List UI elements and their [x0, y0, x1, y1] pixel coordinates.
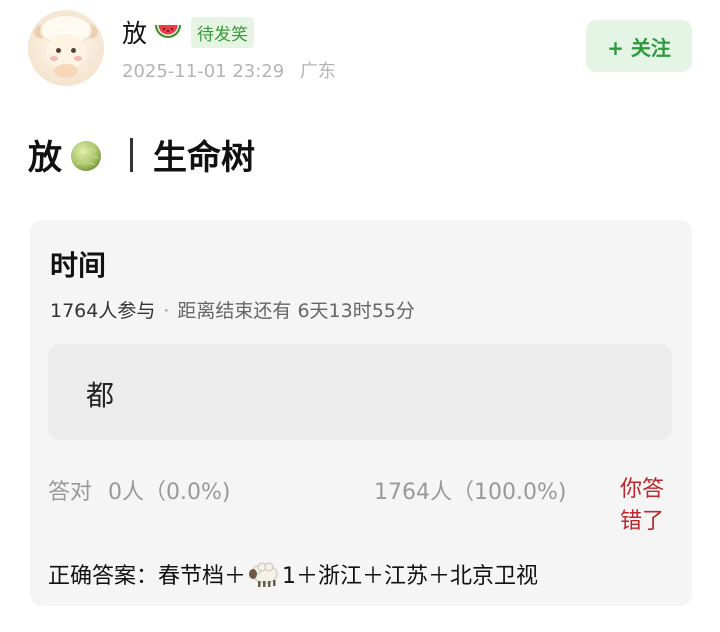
post-title: 放 生命树 [28, 130, 255, 179]
correct-answer: 正确答案：春节档＋ 1＋浙江＋江苏＋北京卫视 [48, 558, 538, 590]
sheep-icon [248, 559, 280, 589]
poll-option-text: 都 [86, 379, 115, 412]
post-meta: 2025-11-01 23:29 广东 [122, 57, 336, 83]
username-row: 放 待发笑 [122, 14, 255, 50]
answer-suffix: 1＋浙江＋江苏＋北京卫视 [282, 564, 539, 589]
correct-count: 0人（0.0%) [108, 480, 231, 505]
post-datetime: 2025-11-01 23:29 [122, 61, 285, 82]
title-left: 放 [28, 138, 62, 178]
poll-option[interactable]: 都 [48, 344, 672, 440]
poll-title: 时间 [50, 249, 107, 282]
poll-total-stats: 1764人（100.0%) [374, 480, 567, 505]
wrong-answer-label: 你答错了 [620, 477, 665, 534]
poll-correct-stats: 答对 0人（0.0%) [48, 474, 231, 506]
poll-remaining: 距离结束还有 6天13时55分 [177, 300, 415, 322]
poll-card: 时间 1764人参与 · 距离结束还有 6天13时55分 都 答对 0人（0.0%) … [30, 220, 692, 606]
watermelon-icon [153, 22, 183, 42]
answer-prefix: 正确答案：春节档＋ [48, 564, 247, 589]
poll-participants: 1764人参与 [50, 300, 156, 322]
post-location: 广东 [299, 61, 336, 82]
avatar[interactable] [28, 10, 104, 86]
poll-info: 1764人参与 · 距离结束还有 6天13时55分 [50, 296, 415, 323]
title-right: 生命树 [153, 138, 255, 178]
user-badge: 待发笑 [191, 16, 255, 48]
username[interactable]: 放 [122, 14, 147, 50]
correct-label: 答对 [48, 480, 93, 505]
poll-dot: · [163, 300, 170, 322]
follow-button[interactable]: + 关注 [586, 20, 692, 72]
melon-icon [68, 137, 104, 173]
title-separator [130, 137, 133, 172]
